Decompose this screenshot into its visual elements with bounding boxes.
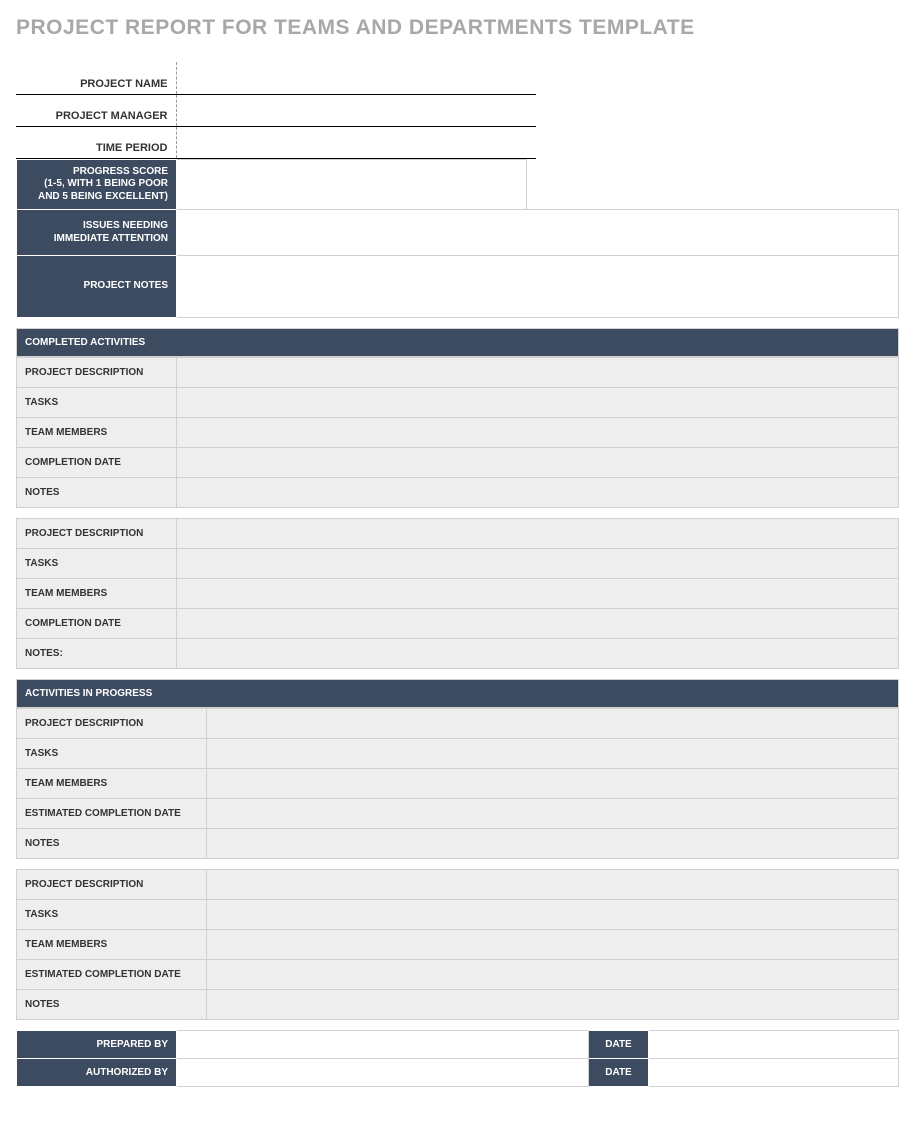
authorized-by-field[interactable] <box>177 1059 589 1087</box>
notes-label: NOTES <box>17 829 207 859</box>
issues-field[interactable] <box>177 210 899 256</box>
tasks-label: TASKS <box>17 388 177 418</box>
time-period-label: TIME PERIOD <box>16 126 176 158</box>
project-description-field[interactable] <box>207 709 899 739</box>
in-progress-section: ACTIVITIES IN PROGRESS PROJECT DESCRIPTI… <box>16 679 899 1020</box>
team-members-label: TEAM MEMBERS <box>17 930 207 960</box>
team-members-label: TEAM MEMBERS <box>17 418 177 448</box>
team-members-field[interactable] <box>177 579 899 609</box>
tasks-label: TASKS <box>17 900 207 930</box>
progress-score-field[interactable] <box>177 159 527 210</box>
completed-block-2: PROJECT DESCRIPTION TASKS TEAM MEMBERS C… <box>16 518 899 669</box>
project-manager-field[interactable] <box>176 94 536 126</box>
project-description-label: PROJECT DESCRIPTION <box>17 709 207 739</box>
tasks-field[interactable] <box>177 388 899 418</box>
project-description-field[interactable] <box>177 358 899 388</box>
notes-field[interactable] <box>177 639 899 669</box>
time-period-field[interactable] <box>176 126 536 158</box>
completed-activities-section: COMPLETED ACTIVITIES PROJECT DESCRIPTION… <box>16 328 899 669</box>
estimated-completion-field[interactable] <box>207 960 899 990</box>
project-name-label: PROJECT NAME <box>16 62 176 94</box>
completion-date-field[interactable] <box>177 448 899 478</box>
in-progress-block-1: PROJECT DESCRIPTION TASKS TEAM MEMBERS E… <box>16 708 899 859</box>
notes-field[interactable] <box>207 990 899 1020</box>
notes-label: NOTES <box>17 990 207 1020</box>
prepared-by-label: PREPARED BY <box>17 1031 177 1059</box>
team-members-field[interactable] <box>207 769 899 799</box>
prepared-date-field[interactable] <box>649 1031 899 1059</box>
notes-label: NOTES <box>17 478 177 508</box>
prepared-by-field[interactable] <box>177 1031 589 1059</box>
tasks-label: TASKS <box>17 739 207 769</box>
in-progress-header: ACTIVITIES IN PROGRESS <box>16 679 899 708</box>
summary-block: PROGRESS SCORE (1-5, WITH 1 BEING POOR A… <box>16 159 899 319</box>
project-notes-field[interactable] <box>177 256 899 318</box>
info-block: PROJECT NAME PROJECT MANAGER TIME PERIOD <box>16 62 536 159</box>
tasks-field[interactable] <box>207 739 899 769</box>
project-name-field[interactable] <box>176 62 536 94</box>
authorized-date-field[interactable] <box>649 1059 899 1087</box>
team-members-label: TEAM MEMBERS <box>17 769 207 799</box>
team-members-field[interactable] <box>207 930 899 960</box>
tasks-field[interactable] <box>207 900 899 930</box>
authorized-by-label: AUTHORIZED BY <box>17 1059 177 1087</box>
estimated-completion-field[interactable] <box>207 799 899 829</box>
page-title: PROJECT REPORT FOR TEAMS AND DEPARTMENTS… <box>16 16 899 40</box>
issues-label: ISSUES NEEDING IMMEDIATE ATTENTION <box>17 210 177 256</box>
notes-label: NOTES: <box>17 639 177 669</box>
project-description-field[interactable] <box>177 519 899 549</box>
project-manager-label: PROJECT MANAGER <box>16 94 176 126</box>
prepared-date-label: DATE <box>589 1031 649 1059</box>
team-members-label: TEAM MEMBERS <box>17 579 177 609</box>
in-progress-block-2: PROJECT DESCRIPTION TASKS TEAM MEMBERS E… <box>16 869 899 1020</box>
authorized-date-label: DATE <box>589 1059 649 1087</box>
completion-date-label: COMPLETION DATE <box>17 448 177 478</box>
tasks-field[interactable] <box>177 549 899 579</box>
progress-score-label: PROGRESS SCORE (1-5, WITH 1 BEING POOR A… <box>17 159 177 210</box>
estimated-completion-label: ESTIMATED COMPLETION DATE <box>17 960 207 990</box>
project-description-label: PROJECT DESCRIPTION <box>17 519 177 549</box>
project-notes-label: PROJECT NOTES <box>17 256 177 318</box>
completion-date-field[interactable] <box>177 609 899 639</box>
project-description-label: PROJECT DESCRIPTION <box>17 870 207 900</box>
completed-activities-header: COMPLETED ACTIVITIES <box>16 328 899 357</box>
notes-field[interactable] <box>207 829 899 859</box>
team-members-field[interactable] <box>177 418 899 448</box>
project-description-label: PROJECT DESCRIPTION <box>17 358 177 388</box>
signature-block: PREPARED BY DATE AUTHORIZED BY DATE <box>16 1030 899 1087</box>
completed-block-1: PROJECT DESCRIPTION TASKS TEAM MEMBERS C… <box>16 357 899 508</box>
completion-date-label: COMPLETION DATE <box>17 609 177 639</box>
project-description-field[interactable] <box>207 870 899 900</box>
tasks-label: TASKS <box>17 549 177 579</box>
estimated-completion-label: ESTIMATED COMPLETION DATE <box>17 799 207 829</box>
notes-field[interactable] <box>177 478 899 508</box>
